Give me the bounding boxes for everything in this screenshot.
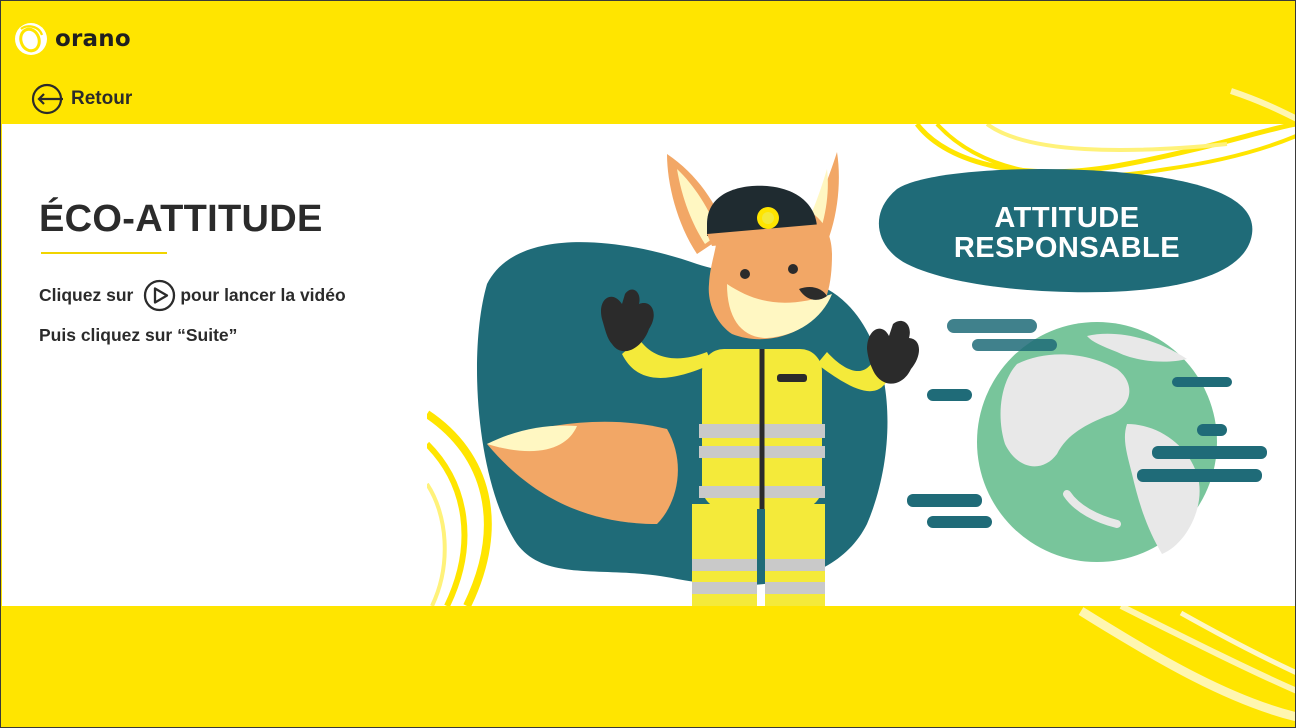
video-badge: ATTITUDE RESPONSABLE [882,176,1252,290]
page-title: ÉCO-ATTITUDE [39,198,323,240]
orano-logo-icon [15,23,47,55]
back-button[interactable]: Retour [31,83,132,115]
badge-line2: RESPONSABLE [953,232,1181,264]
instruction-text-before: Cliquez sur [39,285,134,305]
instruction-suite: Puis cliquez sur “Suite” [39,325,237,346]
video-player[interactable]: ATTITUDE RESPONSABLE [427,124,1295,606]
badge-line1: ATTITUDE [994,202,1140,234]
play-circle-icon[interactable] [143,279,176,312]
instruction-text-suite: Puis cliquez sur “Suite” [39,325,238,345]
header-bar: orano Retour [1,1,1295,124]
brand-logo[interactable]: orano [13,21,131,57]
content-panel: ÉCO-ATTITUDE Cliquez sur pour lancer la … [2,124,1295,606]
app-window: orano Retour ÉCO-ATTITUDE Cliquez sur po… [0,0,1296,728]
title-divider [41,252,167,254]
instruction-text-after: pour lancer la vidéo [180,285,346,305]
brand-name: orano [55,26,131,52]
instruction-play: Cliquez sur pour lancer la vidéo [39,279,346,312]
back-button-label: Retour [71,88,133,109]
arrow-left-circle-icon [31,83,63,115]
